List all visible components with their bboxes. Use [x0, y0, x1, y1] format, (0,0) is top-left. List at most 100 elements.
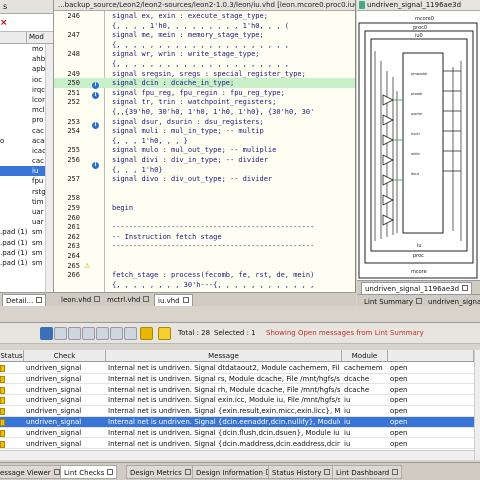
code-line[interactable]: {, , , , , , , , , , , , , , , , , , , ,…: [54, 59, 355, 69]
close-tab-icon[interactable]: [53, 469, 60, 475]
table-row[interactable]: undriven_signal Internal net is undriven.…: [0, 385, 474, 396]
code-line[interactable]: 251 signal fpu_reg, fpu_regin : fpu_reg_t…: [54, 88, 355, 98]
schematic-icon: [359, 1, 365, 9]
tab-undriven-signal-schematic[interactable]: undriven_signal_1196ae3d: [361, 282, 473, 294]
column-header-message[interactable]: Message: [106, 350, 342, 362]
close-tab-icon[interactable]: [107, 469, 114, 475]
code-line[interactable]: 263 -------------------------------------…: [54, 241, 355, 251]
bottom-tab[interactable]: Status History: [268, 465, 335, 479]
code-line[interactable]: 266 fetch_stage : process(fecomb, fe, rs…: [54, 270, 355, 280]
row-check: undriven_signal: [26, 407, 82, 416]
schematic-iu-label: iu0: [415, 33, 423, 39]
code-line[interactable]: 253 signal dsur, dsurin : dsu_registers;: [54, 117, 355, 127]
code-line[interactable]: {, , , 1'h0}: [54, 165, 355, 175]
line-number: 253: [67, 117, 80, 126]
table-row[interactable]: undriven_signal Internal net is undriven.…: [0, 395, 474, 406]
module-tree-item-module: lcor: [32, 95, 45, 104]
column-header-status-value[interactable]: [388, 350, 474, 362]
tab-iu-vhd[interactable]: iu.vhd: [154, 294, 193, 306]
code-line[interactable]: 252 signal tr, trin : watchpoint_register…: [54, 97, 355, 107]
lint-run-icon[interactable]: [140, 327, 153, 340]
code-line[interactable]: 264: [54, 251, 355, 261]
bottom-tab-label: Design Metrics: [130, 469, 182, 477]
schematic-view-icon[interactable]: [82, 327, 95, 340]
code-line[interactable]: 257 signal divo : div_out_type; -- divide…: [54, 174, 355, 184]
code-text: signal fpu_reg, fpu_regin : fpu_reg_type…: [112, 88, 285, 97]
code-line[interactable]: {, , , , , , , , 30'h---{, , , , , , , ,…: [54, 280, 355, 290]
warning-marker-icon[interactable]: ⚠: [84, 262, 91, 270]
code-line[interactable]: [54, 184, 355, 194]
code-text: signal divo : div_out_type; -- divider: [112, 175, 273, 184]
tab-mctrl-vhd[interactable]: mctrl.vhd: [104, 294, 152, 306]
selected-count: Selected : 1: [214, 329, 256, 337]
source-view-icon[interactable]: [110, 327, 123, 340]
code-text: signal dcin : dcache_in_type;: [112, 79, 235, 88]
filter-icon[interactable]: [54, 327, 67, 340]
code-line[interactable]: 250 signal dcin : dcache_in_type;: [54, 78, 355, 89]
code-text: signal wr, wrin : write_stage_type;: [112, 50, 260, 59]
table-row[interactable]: undriven_signal Internal net is undriven.…: [0, 417, 474, 428]
table-row[interactable]: undriven_signal Internal net is undriven.…: [0, 374, 474, 385]
tab-leon-vhd[interactable]: leon.vhd: [58, 294, 103, 306]
info-marker-icon[interactable]: i: [92, 162, 99, 169]
line-number: 258: [67, 194, 80, 203]
code-line[interactable]: 249 signal sregsin, sregs : special_regis…: [54, 69, 355, 79]
schematic-diagram[interactable]: pmwaddr ptaddr pwrite hoctr write dout m…: [357, 11, 480, 292]
code-line[interactable]: {, , , 1'h0, , , }: [54, 136, 355, 146]
info-marker-icon[interactable]: i: [92, 92, 99, 99]
code-line[interactable]: 259 begin: [54, 203, 355, 213]
module-tree-scrollbar[interactable]: [45, 44, 53, 292]
schematic-mcore-label: mcore0: [415, 16, 434, 22]
info-marker-icon[interactable]: i: [92, 122, 99, 129]
bottom-tab[interactable]: Design Information: [192, 465, 276, 479]
line-number: 262: [67, 232, 80, 241]
tab-detail[interactable]: Detail...: [2, 294, 47, 306]
close-tab-icon[interactable]: [184, 469, 191, 475]
code-line[interactable]: {, , , , , , , , , , , , , , , , , , , ,…: [54, 40, 355, 50]
table-row[interactable]: undriven_signal Internal net is undriven.…: [0, 406, 474, 417]
bottom-tab[interactable]: Lint Checks: [60, 465, 118, 479]
column-header-check[interactable]: Check: [24, 350, 106, 362]
code-line[interactable]: 262 -- Instruction fetch stage: [54, 232, 355, 242]
bottom-tab-label: Status History: [272, 469, 322, 477]
close-tab-icon[interactable]: [324, 469, 331, 475]
column-header-module[interactable]: Module: [342, 350, 388, 362]
code-line[interactable]: 246 signal ex, exin : execute_stage_type;: [54, 11, 355, 21]
row-status: open: [390, 396, 408, 405]
schematic-iu-bottom-label: iu: [417, 243, 422, 249]
bottom-tab[interactable]: essage Viewer: [0, 465, 64, 479]
code-line[interactable]: 248 signal wr, wrin : write_stage_type;: [54, 49, 355, 59]
code-line[interactable]: 255 signal mulo : mul_out_type; -- mulipl…: [54, 145, 355, 155]
module-search-field[interactable]: ×: [0, 14, 53, 32]
row-message: Internal net is undriven. Signal {dcin.f…: [108, 428, 340, 437]
code-line[interactable]: 261 -------------------------------------…: [54, 222, 355, 232]
table-row[interactable]: undriven_signal Internal net is undriven.…: [0, 428, 474, 439]
code-line[interactable]: 260: [54, 213, 355, 223]
clear-search-icon[interactable]: ×: [0, 18, 8, 28]
waveform-icon[interactable]: [96, 327, 109, 340]
column-header-status[interactable]: Status: [0, 350, 24, 362]
row-check: undriven_signal: [26, 374, 82, 383]
code-line[interactable]: 247 signal me, mein : memory_stage_type;: [54, 30, 355, 40]
info-marker-icon[interactable]: i: [92, 82, 99, 89]
copy-icon[interactable]: [124, 327, 137, 340]
code-line[interactable]: {,,{39'h0, 30'h0, 1'h0, 1'h0, 1'h0}, {30…: [54, 107, 355, 117]
bottom-tab[interactable]: Lint Dashboard: [332, 465, 403, 479]
table-horizontal-scrollbar[interactable]: [0, 450, 474, 460]
module-tree-item-module: sm: [32, 228, 43, 237]
table-row[interactable]: undriven_signal Internal net is undriven.…: [0, 439, 474, 450]
module-column-header[interactable]: Mod: [29, 33, 44, 41]
module-tree-item-module: ahb: [32, 55, 46, 64]
table-row[interactable]: undriven_signal Internal net is undriven.…: [0, 363, 474, 374]
code-line[interactable]: 254 signal muli : mul_in_type; -- multip: [54, 126, 355, 136]
code-line[interactable]: 256 signal divi : div_in_type; -- divider: [54, 155, 355, 165]
code-line[interactable]: {, , , , 1'h0, , , , , , , , , 1'h0, , ,…: [54, 21, 355, 31]
code-line[interactable]: 265: [54, 261, 355, 271]
export-icon[interactable]: [68, 327, 81, 340]
settings-icon[interactable]: [40, 327, 53, 340]
module-tree-item-module: irqc: [32, 85, 45, 94]
bottom-tab[interactable]: Design Metrics: [126, 465, 195, 479]
table-vertical-scrollbar[interactable]: [474, 350, 480, 460]
close-tab-icon[interactable]: [392, 469, 399, 475]
code-line[interactable]: 258: [54, 193, 355, 203]
